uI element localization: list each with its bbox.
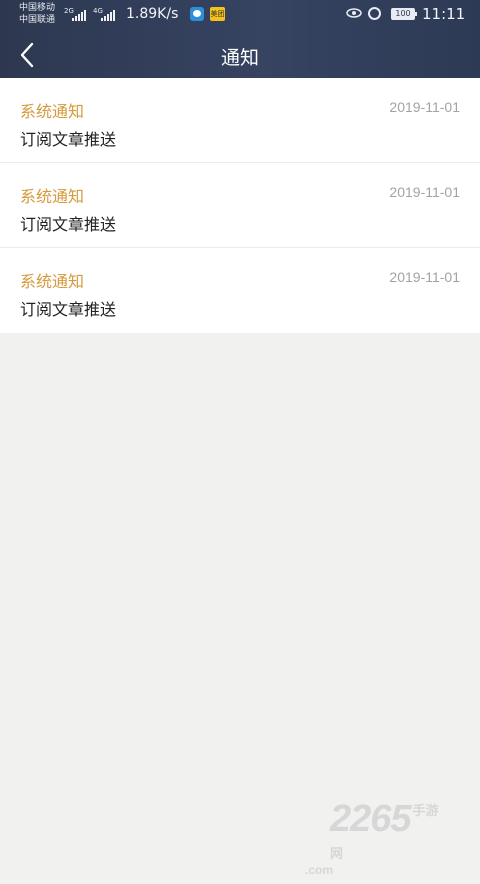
- site-watermark: 2265 手游网.com: [305, 798, 442, 884]
- signal-1-icon: 2G: [64, 7, 90, 21]
- alarm-icon: [368, 7, 381, 20]
- notification-body: 订阅文章推送: [20, 130, 117, 149]
- carrier-1: 中国移动: [19, 3, 56, 13]
- notification-item[interactable]: 系统通知 2019-11-01 订阅文章推送: [0, 78, 480, 163]
- eye-comfort-icon: [346, 7, 362, 23]
- page-title: 通知: [220, 47, 259, 69]
- notification-body: 订阅文章推送: [20, 215, 117, 234]
- app-notification-icon: [190, 7, 204, 21]
- status-bar: 中国移动 中国联通 2G 4G 1.89K/s 美团 100 11:11: [0, 0, 480, 30]
- battery-icon: 100: [391, 8, 417, 20]
- notification-title: 系统通知: [20, 272, 85, 291]
- notification-title: 系统通知: [20, 102, 85, 121]
- top-bar: 中国移动 中国联通 2G 4G 1.89K/s 美团 100 11:11 通知: [0, 0, 480, 78]
- notification-item[interactable]: 系统通知 2019-11-01 订阅文章推送: [0, 248, 480, 333]
- status-time: 11:11: [422, 5, 466, 23]
- notification-date: 2019-11-01: [389, 99, 460, 115]
- notification-body: 订阅文章推送: [20, 300, 117, 319]
- carrier-2: 中国联通: [19, 15, 56, 25]
- notification-list: 系统通知 2019-11-01 订阅文章推送 系统通知 2019-11-01 订…: [0, 78, 480, 333]
- meituan-app-icon: 美团: [210, 7, 225, 21]
- signal-2-icon: 4G: [93, 7, 119, 21]
- notification-date: 2019-11-01: [389, 269, 460, 285]
- watermark-domain: .com: [305, 863, 334, 877]
- net-speed: 1.89K/s: [126, 6, 179, 22]
- watermark-brand: 2265: [330, 798, 412, 840]
- notification-item[interactable]: 系统通知 2019-11-01 订阅文章推送: [0, 163, 480, 248]
- notification-title: 系统通知: [20, 187, 85, 206]
- carrier-info: 中国移动 中国联通: [19, 2, 55, 26]
- notification-date: 2019-11-01: [389, 184, 460, 200]
